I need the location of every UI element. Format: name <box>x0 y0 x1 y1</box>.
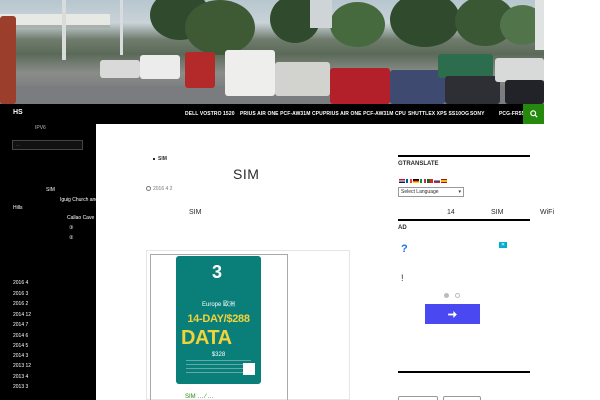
archive-link[interactable]: 2016 4 <box>13 280 28 286</box>
language-select-value: Select Language <box>401 189 439 195</box>
post-date[interactable]: 2016 4 2 <box>146 186 172 192</box>
category-label[interactable]: SIM <box>158 156 167 162</box>
sidebar-link-hills[interactable]: Hills <box>13 205 22 211</box>
card-data: DATA <box>181 327 232 349</box>
search-icon <box>529 110 538 118</box>
brand-logo: 3 <box>211 262 222 282</box>
sidebar-link-sim[interactable]: SIM <box>46 187 55 193</box>
card-price: $328 <box>211 352 226 358</box>
ad-question-mark: ? <box>401 243 408 255</box>
flag-icon[interactable] <box>413 179 419 183</box>
archive-link[interactable]: 2016 3 <box>13 291 28 297</box>
sidebar-link-iguig[interactable]: Iguig Church and <box>60 197 98 203</box>
site-title[interactable]: HS <box>13 109 23 116</box>
search-button[interactable] <box>523 104 544 124</box>
widget-divider <box>398 219 530 221</box>
tag-link-14[interactable]: 14 <box>447 209 455 216</box>
ad-exclamation: ! <box>401 273 404 283</box>
sidebar-link-2[interactable]: ② <box>69 235 73 241</box>
widget-divider <box>398 155 530 157</box>
ad-title: AD <box>398 225 407 231</box>
terminal-roof <box>0 14 110 28</box>
card-headline: 14-DAY/$288 <box>187 313 250 325</box>
post-title[interactable]: SIM <box>233 166 259 182</box>
arrow-right-icon <box>448 310 457 318</box>
search-input[interactable] <box>13 141 82 149</box>
flag-icon[interactable] <box>434 179 440 183</box>
widget-divider <box>398 371 530 373</box>
sidebar-link-callao[interactable]: Callao Cave <box>67 215 94 221</box>
page: HS DELL VOSTRO 1520 PRIUS AIR ONE PCF-AW… <box>0 0 600 400</box>
archive-link[interactable]: 2014 6 <box>13 333 28 339</box>
clock-icon <box>146 186 151 191</box>
nav-item-prius-1[interactable]: PRIUS AIR ONE PCF-AW31M CPU <box>240 111 323 117</box>
site-description: IPV6 <box>35 125 46 131</box>
archive-link[interactable]: 2016 2 <box>13 301 28 307</box>
language-select[interactable]: Select Language ▾ <box>398 187 464 197</box>
bottom-widget-button[interactable] <box>443 396 481 400</box>
flag-icon[interactable] <box>406 179 412 183</box>
archive-link[interactable]: 2014 3 <box>13 353 28 359</box>
bottom-widget-button[interactable] <box>398 396 438 400</box>
archive-link[interactable]: 2013 3 <box>13 384 28 390</box>
post-category[interactable]: SIM <box>153 156 167 162</box>
header-image[interactable] <box>0 0 544 104</box>
nav-item-sony[interactable]: SONY <box>470 111 485 117</box>
sidebar-search[interactable] <box>12 140 83 150</box>
flag-icon[interactable] <box>441 179 447 183</box>
sidebar-link-3[interactable]: ③ <box>69 225 73 231</box>
nav-item-prius-2[interactable]: PRIUS AIR ONE PCF-AW31M CPU <box>323 111 406 117</box>
nav-item-shuttlex[interactable]: SHUTTLEX XPS SS10OG <box>408 111 469 117</box>
tag-link-wifi[interactable]: WiFi <box>540 209 554 216</box>
flag-icon[interactable] <box>420 179 426 183</box>
archive-link[interactable]: 2013 4 <box>13 374 28 380</box>
card-fine-print <box>186 360 251 374</box>
ad-button[interactable] <box>425 304 480 324</box>
archive-link[interactable]: 2014 5 <box>13 343 28 349</box>
gtranslate-title: GTRANSLATE <box>398 161 439 167</box>
flag-icon[interactable] <box>427 179 433 183</box>
image-caption[interactable]: SIM … ⁄ … <box>185 394 214 400</box>
post-body: SIM <box>189 209 202 216</box>
ad-close-icon[interactable]: ✕ <box>499 242 507 248</box>
category-bullet <box>153 157 155 160</box>
nav-item-dell[interactable]: DELL VOSTRO 1520 <box>185 111 235 117</box>
card-region: Europe 歐洲 <box>201 302 235 308</box>
carousel-dot-active[interactable] <box>444 293 449 298</box>
archive-link[interactable]: 2014 7 <box>13 322 28 328</box>
language-flags[interactable] <box>399 179 447 183</box>
sim-card-image[interactable]: 3 Europe 歐洲 14-DAY/$288 DATA $328 <box>176 256 261 384</box>
qr-code-icon <box>243 363 255 375</box>
archive-link[interactable]: 2013 12 <box>13 363 31 369</box>
flag-icon[interactable] <box>399 179 405 183</box>
archive-link[interactable]: 2014 12 <box>13 312 31 318</box>
chevron-down-icon: ▾ <box>458 189 461 195</box>
post-date-text[interactable]: 2016 4 2 <box>153 186 172 192</box>
carousel-dot[interactable] <box>455 293 460 298</box>
tag-link-sim[interactable]: SIM <box>491 209 503 216</box>
